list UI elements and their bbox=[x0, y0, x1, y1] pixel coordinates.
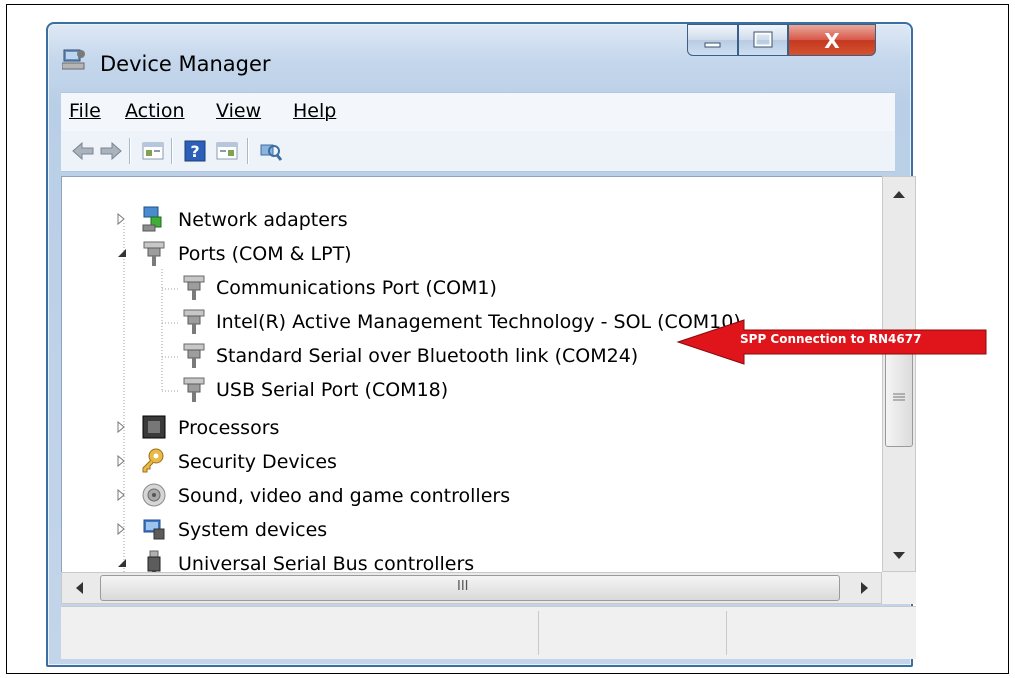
grip-icon: III bbox=[457, 579, 469, 594]
usb-icon bbox=[147, 550, 161, 573]
minimize-button[interactable] bbox=[687, 24, 738, 56]
network-adapter-icon bbox=[142, 206, 162, 232]
toolbar-separator bbox=[171, 138, 173, 164]
back-arrow-icon[interactable] bbox=[71, 139, 95, 163]
expand-arrow-icon[interactable] bbox=[114, 420, 128, 434]
scroll-down-arrow-icon[interactable] bbox=[892, 551, 906, 561]
port-icon bbox=[183, 343, 205, 368]
tree-item-com1[interactable]: Communications Port (COM1) bbox=[176, 273, 876, 305]
minimize-icon bbox=[704, 42, 721, 48]
tree-item-usb-controllers[interactable]: Universal Serial Bus controllers bbox=[114, 549, 874, 574]
collapse-arrow-icon[interactable] bbox=[114, 556, 128, 570]
tree-item-sound-video-game[interactable]: Sound, video and game controllers bbox=[114, 481, 874, 513]
menu-action[interactable]: Action bbox=[125, 100, 185, 122]
toolbar: ? bbox=[61, 131, 895, 172]
expand-arrow-icon[interactable] bbox=[114, 454, 128, 468]
svg-text:?: ? bbox=[190, 142, 199, 161]
tree-item-label: Processors bbox=[178, 417, 280, 439]
computer-icon bbox=[143, 519, 165, 540]
grip-icon bbox=[893, 393, 905, 401]
expand-arrow-icon[interactable] bbox=[114, 522, 128, 536]
port-icon bbox=[143, 241, 165, 266]
annotation-label: SPP Connection to RN4677 bbox=[740, 332, 922, 346]
maximize-icon bbox=[753, 31, 773, 48]
toolbar-separator bbox=[247, 138, 249, 164]
tree-item-label: Sound, video and game controllers bbox=[178, 485, 511, 507]
tree-item-security-devices[interactable]: Security Devices bbox=[114, 447, 874, 479]
tree-item-network-adapters[interactable]: Network adapters bbox=[114, 205, 874, 237]
tree-item-label: Communications Port (COM1) bbox=[216, 277, 497, 299]
horizontal-scroll-thumb[interactable]: III bbox=[100, 575, 840, 601]
speaker-icon bbox=[142, 483, 166, 507]
window-title: Device Manager bbox=[100, 52, 271, 76]
tree-item-label: System devices bbox=[178, 519, 328, 541]
port-icon bbox=[183, 377, 205, 402]
close-icon: X bbox=[824, 29, 840, 53]
port-icon bbox=[183, 309, 205, 334]
tree-item-processors[interactable]: Processors bbox=[114, 413, 874, 445]
port-icon bbox=[183, 275, 205, 300]
scroll-left-arrow-icon[interactable] bbox=[74, 581, 84, 595]
status-divider bbox=[726, 611, 727, 655]
tree-item-label: Universal Serial Bus controllers bbox=[178, 553, 475, 574]
tree-item-com18[interactable]: USB Serial Port (COM18) bbox=[176, 375, 876, 407]
close-button[interactable]: X bbox=[788, 24, 876, 56]
device-manager-icon bbox=[62, 49, 85, 70]
tree-item-label: Network adapters bbox=[178, 209, 348, 231]
menu-view[interactable]: View bbox=[216, 100, 261, 122]
menu-bar: File Action View Help bbox=[61, 92, 895, 131]
collapse-arrow-icon[interactable] bbox=[114, 246, 128, 260]
menu-file[interactable]: File bbox=[69, 100, 101, 122]
processor-icon bbox=[142, 415, 166, 439]
properties-panel-icon[interactable] bbox=[215, 139, 239, 163]
device-tree[interactable]: Network adapters Ports (COM & LPT) Commu… bbox=[61, 176, 884, 574]
tree-item-label: Security Devices bbox=[178, 451, 337, 473]
scroll-up-arrow-icon[interactable] bbox=[892, 189, 906, 199]
tree-item-ports[interactable]: Ports (COM & LPT) bbox=[114, 239, 874, 271]
status-bar bbox=[61, 606, 916, 659]
vertical-scrollbar[interactable] bbox=[882, 176, 916, 572]
tree-item-label: Intel(R) Active Management Technology - … bbox=[216, 311, 741, 333]
expand-arrow-icon[interactable] bbox=[114, 212, 128, 226]
status-divider bbox=[538, 611, 539, 655]
forward-arrow-icon[interactable] bbox=[99, 139, 123, 163]
toolbar-separator bbox=[129, 138, 131, 164]
properties-icon[interactable] bbox=[141, 139, 165, 163]
scroll-right-arrow-icon[interactable] bbox=[860, 581, 870, 595]
horizontal-scrollbar[interactable]: III bbox=[61, 572, 882, 604]
expand-arrow-icon[interactable] bbox=[114, 488, 128, 502]
key-icon bbox=[142, 448, 164, 473]
help-icon[interactable]: ? bbox=[183, 139, 207, 163]
tree-item-label: Ports (COM & LPT) bbox=[178, 243, 352, 265]
scan-hardware-icon[interactable] bbox=[259, 139, 283, 163]
tree-item-system-devices[interactable]: System devices bbox=[114, 515, 874, 547]
menu-help[interactable]: Help bbox=[293, 100, 336, 122]
title-bar[interactable]: Device Manager X bbox=[48, 24, 911, 88]
maximize-button[interactable] bbox=[738, 24, 788, 56]
tree-item-label: USB Serial Port (COM18) bbox=[216, 379, 449, 401]
tree-item-label: Standard Serial over Bluetooth link (COM… bbox=[216, 345, 639, 367]
scrollbar-corner bbox=[882, 572, 916, 604]
